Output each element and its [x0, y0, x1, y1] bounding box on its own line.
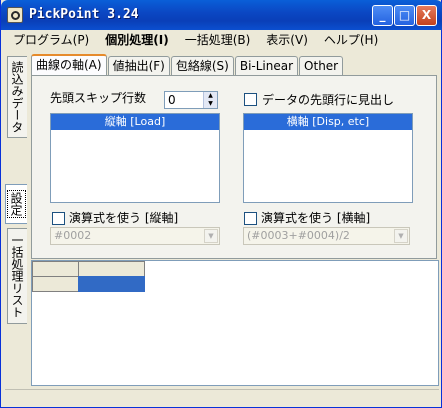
y-expr-checkbox[interactable]: [52, 212, 65, 225]
y-axis-header: 縦軸 [Load]: [51, 114, 219, 130]
x-axis-listbox[interactable]: 横軸 [Disp, etc]: [243, 113, 413, 203]
grid-selected-cell[interactable]: [78, 276, 145, 292]
skip-rows-spinner[interactable]: 0 ▲ ▼: [164, 91, 218, 109]
y-expr-label: 演算式を使う [縦軸]: [69, 211, 179, 225]
side-tab-settings-label: 設定: [7, 190, 26, 218]
side-tab-batch-list-label: 一括処理リスト: [10, 234, 24, 318]
close-button[interactable]: X: [416, 5, 437, 26]
grid-corner-cell[interactable]: [32, 261, 79, 277]
spin-down-icon[interactable]: ▼: [203, 100, 217, 108]
app-icon: [7, 7, 23, 23]
settings-panel: 曲線の軸(A) 値抽出(F) 包絡線(S) Bi-Linear Other 先頭…: [31, 54, 437, 259]
grid-column-header[interactable]: [78, 261, 145, 277]
menu-help[interactable]: ヘルプ(H): [316, 31, 386, 49]
header-row-label: データの先頭行に見出し: [262, 93, 395, 107]
window-title: PickPoint 3.24: [29, 7, 139, 22]
maximize-button[interactable]: □: [394, 5, 415, 26]
tab-value-extract[interactable]: 値抽出(F): [107, 56, 170, 76]
data-grid[interactable]: [31, 260, 439, 386]
side-tab-read-data-label: 読込みデータ: [10, 61, 24, 133]
side-tab-batch-list[interactable]: 一括処理リスト: [7, 228, 27, 324]
menu-individual[interactable]: 個別処理(I): [97, 31, 176, 49]
minimize-button[interactable]: _: [372, 5, 393, 26]
x-expr-checkbox[interactable]: [244, 212, 257, 225]
x-expr-value: (#0003+#0004)/2: [247, 229, 350, 242]
header-row-checkbox[interactable]: [244, 93, 257, 106]
menu-view[interactable]: 表示(V): [258, 31, 316, 49]
menu-bar: プログラム(P) 個別処理(I) 一括処理(B) 表示(V) ヘルプ(H): [5, 30, 439, 50]
x-expr-combo[interactable]: (#0003+#0004)/2 ▼: [243, 227, 410, 245]
y-axis-listbox[interactable]: 縦軸 [Load]: [50, 113, 220, 203]
main-window: PickPoint 3.24 _ □ X プログラム(P) 個別処理(I) 一括…: [0, 0, 442, 408]
skip-rows-label: 先頭スキップ行数: [50, 91, 147, 105]
menu-program[interactable]: プログラム(P): [5, 31, 97, 49]
side-tab-settings[interactable]: 設定: [5, 184, 27, 224]
tab-other[interactable]: Other: [299, 56, 344, 76]
menu-batch[interactable]: 一括処理(B): [177, 31, 259, 49]
chevron-down-icon[interactable]: ▼: [394, 229, 408, 243]
x-axis-header: 横軸 [Disp, etc]: [244, 114, 412, 130]
tab-envelope[interactable]: 包絡線(S): [170, 56, 234, 76]
side-tab-read-data[interactable]: 読込みデータ: [7, 56, 27, 138]
chevron-down-icon[interactable]: ▼: [204, 229, 218, 243]
tab-strip: 曲線の軸(A) 値抽出(F) 包絡線(S) Bi-Linear Other: [31, 54, 344, 76]
title-bar[interactable]: PickPoint 3.24 _ □ X: [1, 0, 442, 30]
y-expr-combo[interactable]: #0002 ▼: [50, 227, 220, 245]
side-tab-strip: 読込みデータ 設定 一括処理リスト: [5, 52, 27, 324]
curve-axis-page: 先頭スキップ行数 0 ▲ ▼ データの先頭行に見出し 縦軸 [Load] 横軸 …: [31, 75, 437, 259]
tab-curve-axis[interactable]: 曲線の軸(A): [31, 54, 107, 76]
spin-up-icon[interactable]: ▲: [203, 92, 217, 100]
tab-bilinear[interactable]: Bi-Linear: [234, 56, 299, 76]
y-expr-value: #0002: [54, 229, 92, 242]
status-bar: [5, 389, 439, 405]
x-expr-label: 演算式を使う [横軸]: [261, 211, 371, 225]
grid-row-header[interactable]: [32, 276, 79, 292]
skip-rows-value: 0: [168, 93, 176, 107]
